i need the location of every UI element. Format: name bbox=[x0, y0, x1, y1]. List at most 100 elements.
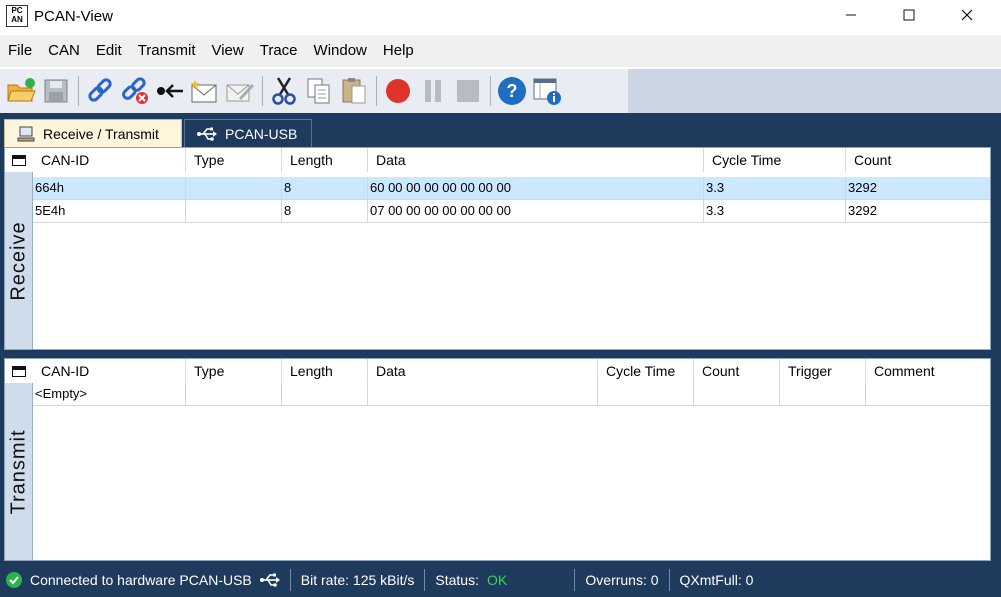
window-title: PCAN-View bbox=[34, 7, 113, 25]
close-icon bbox=[961, 9, 973, 21]
menu-file[interactable]: File bbox=[2, 35, 38, 67]
toolbar-separator bbox=[376, 76, 377, 106]
disconnect-button[interactable] bbox=[118, 74, 152, 108]
cell-trigger bbox=[779, 383, 865, 405]
maximize-button[interactable] bbox=[880, 0, 938, 30]
menu-help[interactable]: Help bbox=[377, 35, 420, 67]
cell-length bbox=[281, 383, 367, 405]
transmit-col-comment[interactable]: Comment bbox=[865, 359, 990, 383]
toolbar-separator bbox=[262, 76, 263, 106]
connection-text: Connected to hardware PCAN-USB bbox=[30, 572, 252, 588]
edit-message-envelope-icon bbox=[226, 84, 254, 102]
receive-grid[interactable]: CAN-ID Type Length Data Cycle Time Count… bbox=[33, 148, 990, 349]
cell-can-id: <Empty> bbox=[35, 386, 88, 401]
transmit-col-can-id[interactable]: CAN-ID bbox=[33, 359, 185, 383]
transmit-grid[interactable]: CAN-ID Type Length Data Cycle Time Count… bbox=[33, 359, 990, 560]
record-button[interactable] bbox=[381, 74, 415, 108]
cell-data: 07 00 00 00 00 00 00 00 bbox=[367, 200, 703, 222]
copy-button[interactable] bbox=[302, 74, 336, 108]
cell-length: 8 bbox=[281, 177, 367, 199]
tab-pcan-usb-label: PCAN-USB bbox=[225, 125, 298, 142]
cell-length: 8 bbox=[281, 200, 367, 222]
receive-header-row: CAN-ID Type Length Data Cycle Time Count bbox=[33, 148, 990, 172]
receive-col-data[interactable]: Data bbox=[367, 148, 703, 172]
receive-col-type[interactable]: Type bbox=[185, 148, 281, 172]
transmit-col-data[interactable]: Data bbox=[367, 359, 597, 383]
cell-comment bbox=[865, 383, 990, 405]
save-button[interactable] bbox=[39, 74, 73, 108]
cell-cycle-time bbox=[597, 383, 693, 405]
qxmtfull-text: QXmtFull: 0 bbox=[679, 572, 754, 588]
menu-transmit[interactable]: Transmit bbox=[132, 35, 202, 67]
menu-trace[interactable]: Trace bbox=[254, 35, 304, 67]
paste-clipboard-icon bbox=[342, 78, 366, 104]
main-area: Receive / Transmit PCAN-USB Receive CAN-… bbox=[0, 113, 1001, 563]
toolbar-separator bbox=[78, 76, 79, 106]
reset-button[interactable] bbox=[153, 74, 187, 108]
paste-button[interactable] bbox=[337, 74, 371, 108]
scissors-icon bbox=[272, 77, 296, 105]
overruns-text: Overruns: 0 bbox=[585, 572, 659, 588]
save-disk-icon bbox=[44, 79, 68, 103]
pause-icon bbox=[425, 80, 441, 102]
help-button[interactable]: ? bbox=[495, 74, 529, 108]
tab-pcan-usb[interactable]: PCAN-USB bbox=[184, 119, 312, 147]
transmit-col-count[interactable]: Count bbox=[693, 359, 779, 383]
table-row[interactable]: <Empty> bbox=[33, 383, 990, 406]
info-button[interactable] bbox=[530, 74, 564, 108]
receive-col-length[interactable]: Length bbox=[281, 148, 367, 172]
status-bar: Connected to hardware PCAN-USB Bit rate:… bbox=[0, 563, 1001, 597]
cell-can-id: 664h bbox=[35, 180, 64, 195]
menu-view[interactable]: View bbox=[205, 35, 249, 67]
menu-can[interactable]: CAN bbox=[42, 35, 86, 67]
table-row[interactable]: 664h 8 60 00 00 00 00 00 00 00 3.3 3292 bbox=[33, 177, 990, 200]
stop-button[interactable] bbox=[451, 74, 485, 108]
cut-button[interactable] bbox=[267, 74, 301, 108]
record-icon bbox=[386, 79, 410, 103]
table-row[interactable]: 5E4h 8 07 00 00 00 00 00 00 00 3.3 3292 bbox=[33, 200, 990, 223]
receive-col-cycle-time[interactable]: Cycle Time bbox=[703, 148, 845, 172]
window-toggle-icon bbox=[12, 154, 26, 166]
new-message-envelope-icon bbox=[190, 80, 217, 103]
pcan-app-icon: PC AN bbox=[6, 5, 28, 27]
menu-edit[interactable]: Edit bbox=[90, 35, 128, 67]
receive-collapse-button[interactable] bbox=[5, 148, 33, 172]
transmit-header-row: CAN-ID Type Length Data Cycle Time Count… bbox=[33, 359, 990, 383]
computer-icon bbox=[17, 126, 35, 141]
receive-col-can-id[interactable]: CAN-ID bbox=[33, 148, 185, 172]
transmit-collapse-button[interactable] bbox=[5, 359, 33, 383]
minimize-button[interactable] bbox=[822, 0, 880, 30]
open-button[interactable] bbox=[4, 74, 38, 108]
usb-icon bbox=[197, 127, 217, 141]
arrow-left-dot-icon bbox=[157, 84, 183, 98]
cell-data bbox=[367, 383, 597, 405]
status-ok-value: OK bbox=[486, 572, 508, 588]
edit-message-button[interactable] bbox=[223, 74, 257, 108]
pause-button[interactable] bbox=[416, 74, 450, 108]
receive-col-count[interactable]: Count bbox=[845, 148, 990, 172]
new-message-button[interactable] bbox=[188, 74, 222, 108]
status-connection: Connected to hardware PCAN-USB bbox=[0, 569, 291, 591]
usb-icon bbox=[259, 573, 280, 587]
transmit-col-length[interactable]: Length bbox=[281, 359, 367, 383]
maximize-icon bbox=[903, 9, 915, 21]
status-state: Status: OK bbox=[425, 569, 576, 591]
tab-strip: Receive / Transmit PCAN-USB bbox=[0, 113, 1001, 147]
cell-type bbox=[185, 383, 281, 405]
status-overruns: Overruns: 0 bbox=[575, 569, 670, 591]
close-button[interactable] bbox=[938, 0, 996, 30]
connect-button[interactable] bbox=[83, 74, 117, 108]
transmit-col-trigger[interactable]: Trigger bbox=[779, 359, 865, 383]
connect-link-icon bbox=[88, 78, 112, 102]
stop-icon bbox=[457, 80, 479, 102]
toolbar-separator bbox=[490, 76, 491, 106]
receive-pane: Receive CAN-ID Type Length Data Cycle Ti… bbox=[4, 147, 991, 350]
menu-window[interactable]: Window bbox=[308, 35, 373, 67]
transmit-col-type[interactable]: Type bbox=[185, 359, 281, 383]
status-label: Status: bbox=[435, 572, 479, 588]
cell-type bbox=[185, 200, 281, 222]
title-bar: PC AN PCAN-View bbox=[0, 0, 1001, 32]
transmit-col-cycle-time[interactable]: Cycle Time bbox=[597, 359, 693, 383]
tab-receive-transmit[interactable]: Receive / Transmit bbox=[4, 119, 182, 147]
bitrate-text: Bit rate: 125 kBit/s bbox=[300, 572, 415, 588]
